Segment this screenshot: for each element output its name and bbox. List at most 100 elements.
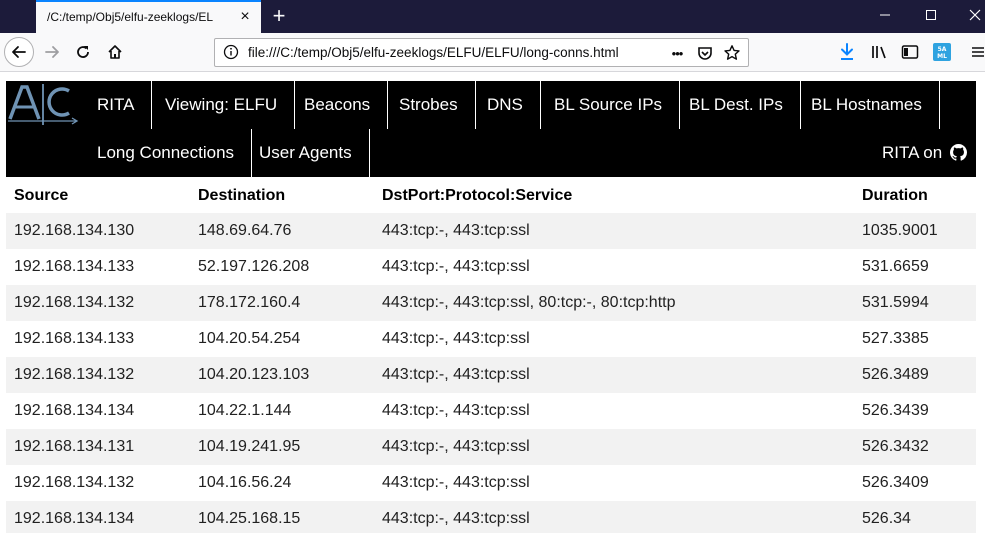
downloads-button[interactable] <box>837 42 857 62</box>
table-row: 192.168.134.134 104.22.1.144 443:tcp:-, … <box>6 393 976 429</box>
tab-title: /C:/temp/Obj5/elfu-zeeklogs/ELFU/ELFU/lo… <box>47 10 213 24</box>
rita-on-label: RITA on <box>882 143 943 162</box>
cell-source: 192.168.134.130 <box>14 222 135 239</box>
cell-source: 192.168.134.132 <box>14 294 135 311</box>
browser-tab-bar: /C:/temp/Obj5/elfu-zeeklogs/ELFU/ELFU/lo… <box>0 0 985 33</box>
cell-port-protocol-service: 443:tcp:-, 443:tcp:ssl <box>382 402 530 419</box>
library-icon <box>872 46 886 59</box>
table-row: 192.168.134.133 52.197.126.208 443:tcp:-… <box>6 249 976 285</box>
minimize-icon <box>880 14 890 16</box>
address-bar[interactable]: file:///C:/temp/Obj5/elfu-zeeklogs/ELFU/… <box>214 38 749 67</box>
github-icon <box>949 144 967 161</box>
column-header-destination: Destination <box>198 186 286 204</box>
cell-source: 192.168.134.131 <box>14 438 135 455</box>
cell-source: 192.168.134.132 <box>14 366 135 383</box>
cell-port-protocol-service: 443:tcp:-, 443:tcp:ssl <box>382 258 530 275</box>
minimize-button[interactable] <box>862 0 908 33</box>
home-button[interactable] <box>100 37 130 67</box>
home-icon <box>108 45 122 59</box>
cell-port-protocol-service: 443:tcp:-, 443:tcp:ssl <box>382 510 530 527</box>
nav-viewing-elfu[interactable]: Viewing: ELFU <box>148 81 296 129</box>
forward-button[interactable] <box>37 37 67 67</box>
cell-duration: 531.5994 <box>862 294 929 311</box>
back-button[interactable] <box>4 37 34 67</box>
nav-dns[interactable]: DNS <box>470 81 541 129</box>
back-arrow-icon <box>12 46 26 58</box>
nav-bl-dest-ips[interactable]: BL Dest. IPs <box>672 81 801 129</box>
table-row: 192.168.134.134 104.25.168.15 443:tcp:-,… <box>6 501 976 533</box>
bookmark-button[interactable] <box>722 43 742 63</box>
nav-bl-hostnames[interactable]: BL Hostnames <box>794 81 940 129</box>
cell-destination: 104.19.241.95 <box>198 438 301 455</box>
cell-destination: 148.69.64.76 <box>198 222 292 239</box>
table-row: 192.168.134.130 148.69.64.76 443:tcp:-, … <box>6 213 976 249</box>
sidebar-button[interactable] <box>900 42 920 62</box>
cell-port-protocol-service: 443:tcp:-, 443:tcp:ssl <box>382 330 530 347</box>
cell-port-protocol-service: 443:tcp:-, 443:tcp:ssl <box>382 474 530 491</box>
nav-long-connections[interactable]: Long Connections <box>80 129 253 177</box>
nav-beacons[interactable]: Beacons <box>287 81 389 129</box>
cell-destination: 104.16.56.24 <box>198 474 292 491</box>
maximize-icon <box>926 10 936 20</box>
cell-source: 192.168.134.134 <box>14 510 135 527</box>
url-text[interactable]: file:///C:/temp/Obj5/elfu-zeeklogs/ELFU/… <box>248 45 619 60</box>
sidebar-icon <box>901 45 919 59</box>
nav-strobes[interactable]: Strobes <box>382 81 476 129</box>
cell-duration: 527.3385 <box>862 330 929 347</box>
cell-source: 192.168.134.134 <box>14 402 135 419</box>
cell-duration: 531.6659 <box>862 258 929 275</box>
cell-duration: 1035.9001 <box>862 222 938 239</box>
extension-button[interactable]: 5A ML <box>932 42 952 62</box>
cell-port-protocol-service: 443:tcp:-, 443:tcp:ssl <box>382 366 530 383</box>
browser-tab[interactable]: /C:/temp/Obj5/elfu-zeeklogs/ELFU/ELFU/lo… <box>36 0 261 33</box>
reload-icon <box>77 46 89 58</box>
cell-source: 192.168.134.132 <box>14 474 135 491</box>
pocket-button[interactable] <box>695 43 715 63</box>
cell-destination: 104.22.1.144 <box>198 402 292 419</box>
cell-source: 192.168.134.133 <box>14 258 135 275</box>
cell-destination: 104.20.54.254 <box>198 330 301 347</box>
cell-port-protocol-service: 443:tcp:-, 443:tcp:ssl <box>382 438 530 455</box>
cell-destination: 104.20.123.103 <box>198 366 310 383</box>
svg-text:ML: ML <box>937 53 947 60</box>
table-row: 192.168.134.132 104.20.123.103 443:tcp:-… <box>6 357 976 393</box>
cell-source: 192.168.134.133 <box>14 330 135 347</box>
column-header-duration: Duration <box>862 186 928 204</box>
page-actions-button[interactable]: ••• <box>667 43 687 63</box>
html-extension-icon: 5AML <box>933 43 951 61</box>
close-tab-icon[interactable]: × <box>237 8 253 26</box>
cell-duration: 526.3439 <box>862 402 929 419</box>
nav-rita[interactable]: RITA <box>80 81 153 129</box>
table-row: 192.168.134.133 104.20.54.254 443:tcp:-,… <box>6 321 976 357</box>
pocket-icon <box>698 47 712 60</box>
cell-destination: 178.172.160.4 <box>198 294 301 311</box>
close-icon <box>969 9 981 21</box>
cell-port-protocol-service: 443:tcp:-, 443:tcp:ssl <box>382 222 530 239</box>
cell-duration: 526.3489 <box>862 366 929 383</box>
download-icon <box>841 43 853 60</box>
nav-user-agents[interactable]: User Agents <box>242 129 370 177</box>
cell-duration: 526.3409 <box>862 474 929 491</box>
column-header-source: Source <box>14 186 69 204</box>
new-tab-button[interactable]: + <box>268 4 290 28</box>
library-button[interactable] <box>870 42 890 62</box>
menu-button[interactable] <box>970 42 985 62</box>
table-row: 192.168.134.131 104.19.241.95 443:tcp:-,… <box>6 429 976 465</box>
forward-arrow-icon <box>45 46 59 58</box>
site-nav: RITA Viewing: ELFU Beacons Strobes DNS B… <box>6 81 976 177</box>
maximize-button[interactable] <box>908 0 954 33</box>
ac-logo-icon[interactable] <box>6 81 84 129</box>
cell-duration: 526.3432 <box>862 438 929 455</box>
reload-button[interactable] <box>68 37 98 67</box>
cell-destination: 104.25.168.15 <box>198 510 301 527</box>
hamburger-menu-icon <box>971 47 984 57</box>
nav-rita-on-github[interactable]: RITA on <box>865 129 984 177</box>
table-header-row: Source Destination DstPort:Protocol:Serv… <box>6 178 976 213</box>
close-window-button[interactable] <box>952 0 985 33</box>
cell-destination: 52.197.126.208 <box>198 258 310 275</box>
nav-bl-source-ips[interactable]: BL Source IPs <box>537 81 681 129</box>
table-row: 192.168.134.132 178.172.160.4 443:tcp:-,… <box>6 285 976 321</box>
column-header-dstport-protocol-service: DstPort:Protocol:Service <box>382 186 573 204</box>
info-icon[interactable] <box>223 44 239 60</box>
bookmark-star-icon <box>724 45 740 60</box>
